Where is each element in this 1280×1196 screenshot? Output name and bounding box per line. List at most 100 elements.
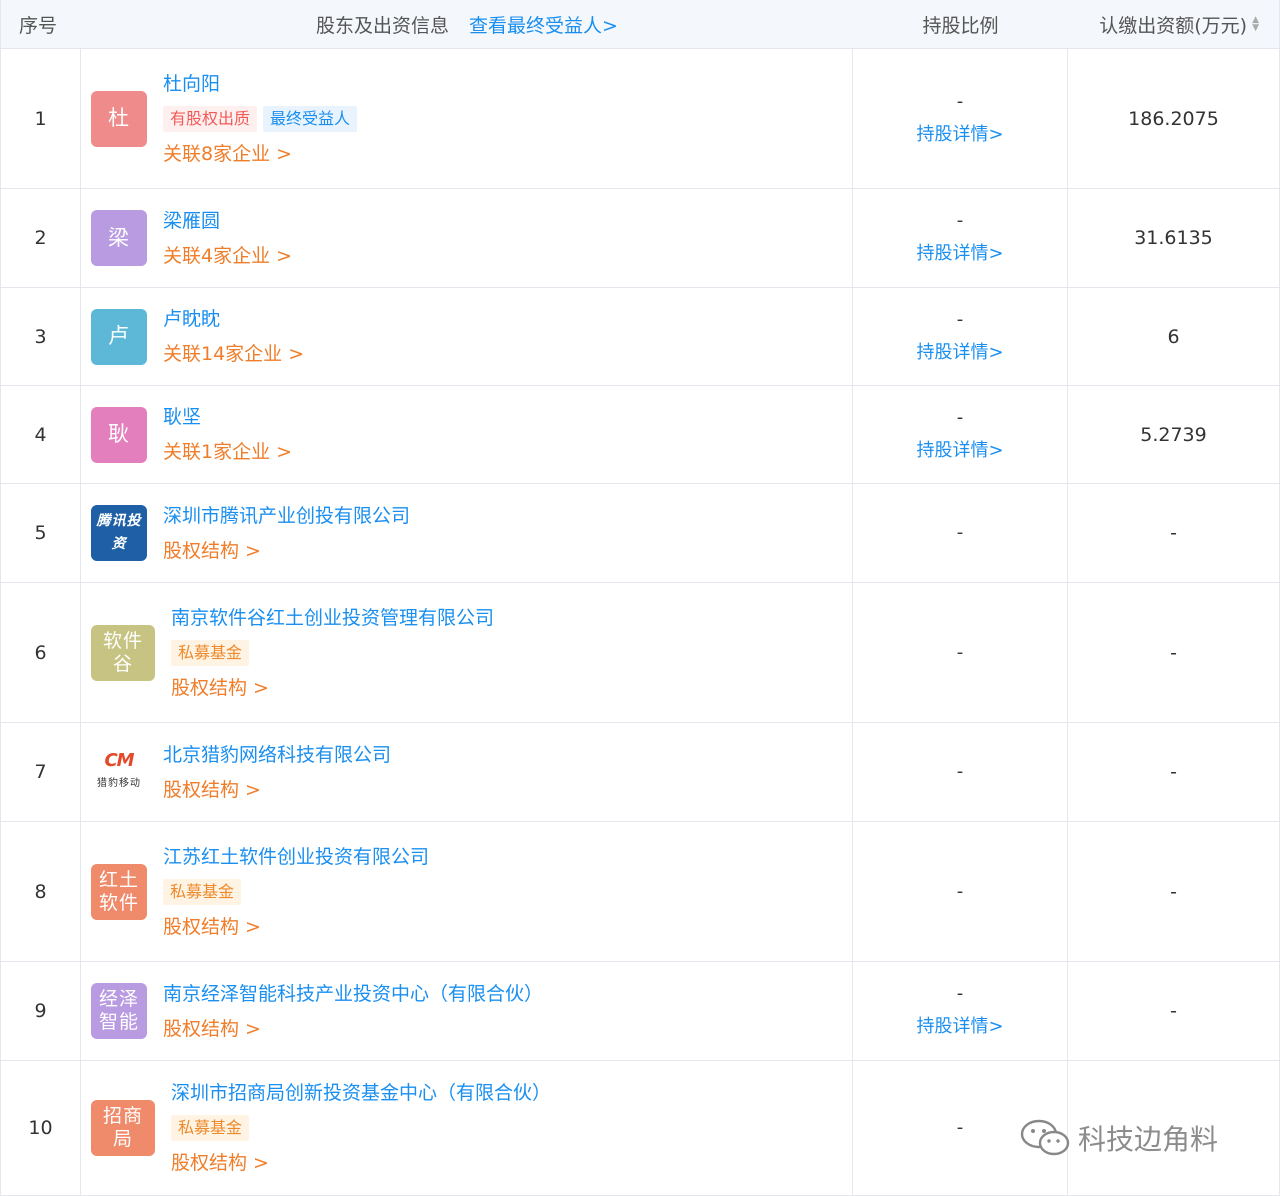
avatar[interactable]: 软件谷 (91, 624, 155, 681)
shareholder-name-link[interactable]: 北京猎豹网络科技有限公司 (163, 742, 391, 768)
shareholder-cell: CM 猎豹移动 北京猎豹网络科技有限公司 股权结构 > (81, 723, 853, 821)
header-amount[interactable]: 认缴出资额(万元) ▲ ▼ (1068, 0, 1279, 48)
table-row: 8 红土软件 江苏红土软件创业投资有限公司 私募基金 股权结构 > - - (1, 822, 1279, 962)
avatar[interactable]: 红土软件 (91, 863, 147, 920)
holding-detail-link[interactable]: 持股详情> (916, 120, 1003, 146)
avatar[interactable]: 招商局 (91, 1100, 155, 1156)
shareholder-info: 深圳市招商局创新投资基金中心（有限合伙） 私募基金 股权结构 > (171, 1080, 551, 1176)
holding-detail-link[interactable]: 持股详情> (916, 1012, 1003, 1038)
shareholder-info: 南京经泽智能科技产业投资中心（有限合伙） 股权结构 > (163, 981, 543, 1042)
header-amount-label: 认缴出资额(万元) (1099, 14, 1248, 37)
avatar-text: 招商局 (102, 1105, 143, 1150)
ratio-cell: - (853, 583, 1068, 722)
ratio-cell: - (853, 822, 1068, 961)
shareholder-cell: 梁 梁雁圆 关联4家企业 > (81, 189, 853, 287)
holding-detail-link[interactable]: 持股详情> (916, 239, 1003, 265)
tag-badge: 私募基金 (171, 1115, 250, 1141)
ratio-value: - (956, 90, 964, 112)
related-link[interactable]: 股权结构 > (171, 675, 494, 701)
ratio-cell: - 持股详情> (853, 288, 1068, 385)
ratio-value: - (956, 210, 964, 231)
shareholder-name-link[interactable]: 杜向阳 (163, 71, 357, 97)
tag-list: 私募基金 (171, 1115, 551, 1141)
related-link[interactable]: 股权结构 > (163, 538, 410, 564)
avatar[interactable]: 经泽智能 (91, 983, 147, 1039)
avatar[interactable]: 腾讯投资 (91, 505, 147, 561)
shareholder-info: 杜向阳 有股权出质 最终受益人 关联8家企业 > (163, 71, 358, 167)
amount-value: - (1170, 641, 1177, 664)
shareholder-table: 序号 股东及出资信息 查看最终受益人> 持股比例 认缴出资额(万元) ▲ ▼ 1 … (0, 0, 1280, 1196)
watermark: 科技边角料 (1020, 1118, 1218, 1158)
header-index: 序号 (19, 14, 58, 37)
ratio-value: - (956, 880, 964, 902)
shareholder-name-link[interactable]: 深圳市腾讯产业创投有限公司 (163, 503, 410, 529)
shareholder-cell: 经泽智能 南京经泽智能科技产业投资中心（有限合伙） 股权结构 > (81, 962, 853, 1060)
holding-detail-link[interactable]: 持股详情> (916, 436, 1003, 462)
table-body: 1 杜 杜向阳 有股权出质 最终受益人 关联8家企业 > - 持股详情> 186.… (1, 49, 1279, 1196)
amount-value: 6 (1167, 325, 1180, 348)
avatar-text: 杜 (108, 106, 130, 130)
shareholder-cell: 红土软件 江苏红土软件创业投资有限公司 私募基金 股权结构 > (81, 822, 853, 961)
amount-value: - (1170, 1000, 1177, 1022)
amount-value: 186.2075 (1128, 107, 1219, 130)
shareholder-name-link[interactable]: 南京软件谷红土创业投资管理有限公司 (171, 605, 494, 631)
table-row: 3 卢 卢眈眈 关联14家企业 > - 持股详情> 6 (1, 288, 1279, 386)
avatar[interactable]: CM 猎豹移动 (91, 744, 147, 800)
shareholder-name-link[interactable]: 南京经泽智能科技产业投资中心（有限合伙） (163, 981, 543, 1007)
avatar-text: 卢 (108, 324, 130, 348)
ratio-value: - (956, 406, 964, 428)
related-link[interactable]: 关联8家企业 > (163, 141, 357, 167)
row-index: 8 (1, 822, 81, 961)
avatar-text: 梁 (108, 225, 130, 250)
avatar-text: 经泽智能 (98, 988, 139, 1033)
view-beneficiary-link[interactable]: 查看最终受益人> (469, 11, 618, 38)
related-link[interactable]: 股权结构 > (163, 1016, 543, 1042)
ratio-cell: - 持股详情> (853, 962, 1068, 1060)
related-link[interactable]: 股权结构 > (163, 777, 391, 803)
shareholder-cell: 软件谷 南京软件谷红土创业投资管理有限公司 私募基金 股权结构 > (81, 583, 853, 722)
table-row: 6 软件谷 南京软件谷红土创业投资管理有限公司 私募基金 股权结构 > - - (1, 583, 1279, 723)
related-link[interactable]: 股权结构 > (163, 914, 429, 940)
shareholder-name-link[interactable]: 梁雁圆 (163, 208, 292, 234)
ratio-value: - (956, 983, 964, 1004)
sort-icon[interactable]: ▲ ▼ (1252, 16, 1259, 33)
row-index: 10 (1, 1061, 81, 1195)
shareholder-cell: 杜 杜向阳 有股权出质 最终受益人 关联8家企业 > (81, 49, 853, 188)
avatar[interactable]: 耿 (91, 406, 147, 463)
shareholder-name-link[interactable]: 江苏红土软件创业投资有限公司 (163, 844, 429, 870)
shareholder-info: 江苏红土软件创业投资有限公司 私募基金 股权结构 > (163, 844, 429, 940)
shareholder-cell: 腾讯投资 深圳市腾讯产业创投有限公司 股权结构 > (81, 484, 853, 582)
avatar[interactable]: 杜 (91, 90, 147, 147)
tag-list: 私募基金 (171, 639, 494, 666)
table-row: 4 耿 耿坚 关联1家企业 > - 持股详情> 5.2739 (1, 386, 1279, 484)
header-shareholder: 股东及出资信息 查看最终受益人> (81, 0, 853, 48)
ratio-cell: - (853, 723, 1068, 821)
related-link[interactable]: 关联1家企业 > (163, 439, 292, 465)
row-index: 6 (1, 583, 81, 722)
related-link[interactable]: 关联14家企业 > (163, 341, 304, 367)
shareholder-info: 梁雁圆 关联4家企业 > (163, 208, 292, 269)
holding-detail-link[interactable]: 持股详情> (916, 338, 1003, 364)
ratio-cell: - (853, 484, 1068, 582)
amount-value: - (1170, 761, 1177, 783)
amount-value: - (1170, 522, 1177, 544)
shareholder-name-link[interactable]: 卢眈眈 (163, 306, 304, 332)
row-index: 3 (1, 288, 81, 385)
related-link[interactable]: 关联4家企业 > (163, 243, 292, 269)
avatar[interactable]: 梁 (91, 210, 147, 266)
shareholder-info: 深圳市腾讯产业创投有限公司 股权结构 > (163, 503, 410, 564)
header-shareholder-label: 股东及出资信息 (316, 14, 450, 37)
watermark-text: 科技边角料 (1078, 1123, 1219, 1156)
related-link[interactable]: 股权结构 > (171, 1150, 551, 1176)
avatar-text: 猎豹移动 (97, 778, 141, 789)
shareholder-name-link[interactable]: 深圳市招商局创新投资基金中心（有限合伙） (171, 1080, 551, 1106)
table-row: 7 CM 猎豹移动 北京猎豹网络科技有限公司 股权结构 > - - (1, 723, 1279, 822)
ratio-value: - (956, 1117, 964, 1138)
shareholder-name-link[interactable]: 耿坚 (163, 404, 292, 430)
tag-badge: 私募基金 (163, 878, 242, 905)
avatar[interactable]: 卢 (91, 308, 147, 365)
avatar-text: 腾讯投资 (96, 513, 142, 552)
shareholder-cell: 招商局 深圳市招商局创新投资基金中心（有限合伙） 私募基金 股权结构 > (81, 1061, 853, 1195)
shareholder-info: 耿坚 关联1家企业 > (163, 404, 292, 465)
shareholder-info: 北京猎豹网络科技有限公司 股权结构 > (163, 742, 391, 803)
